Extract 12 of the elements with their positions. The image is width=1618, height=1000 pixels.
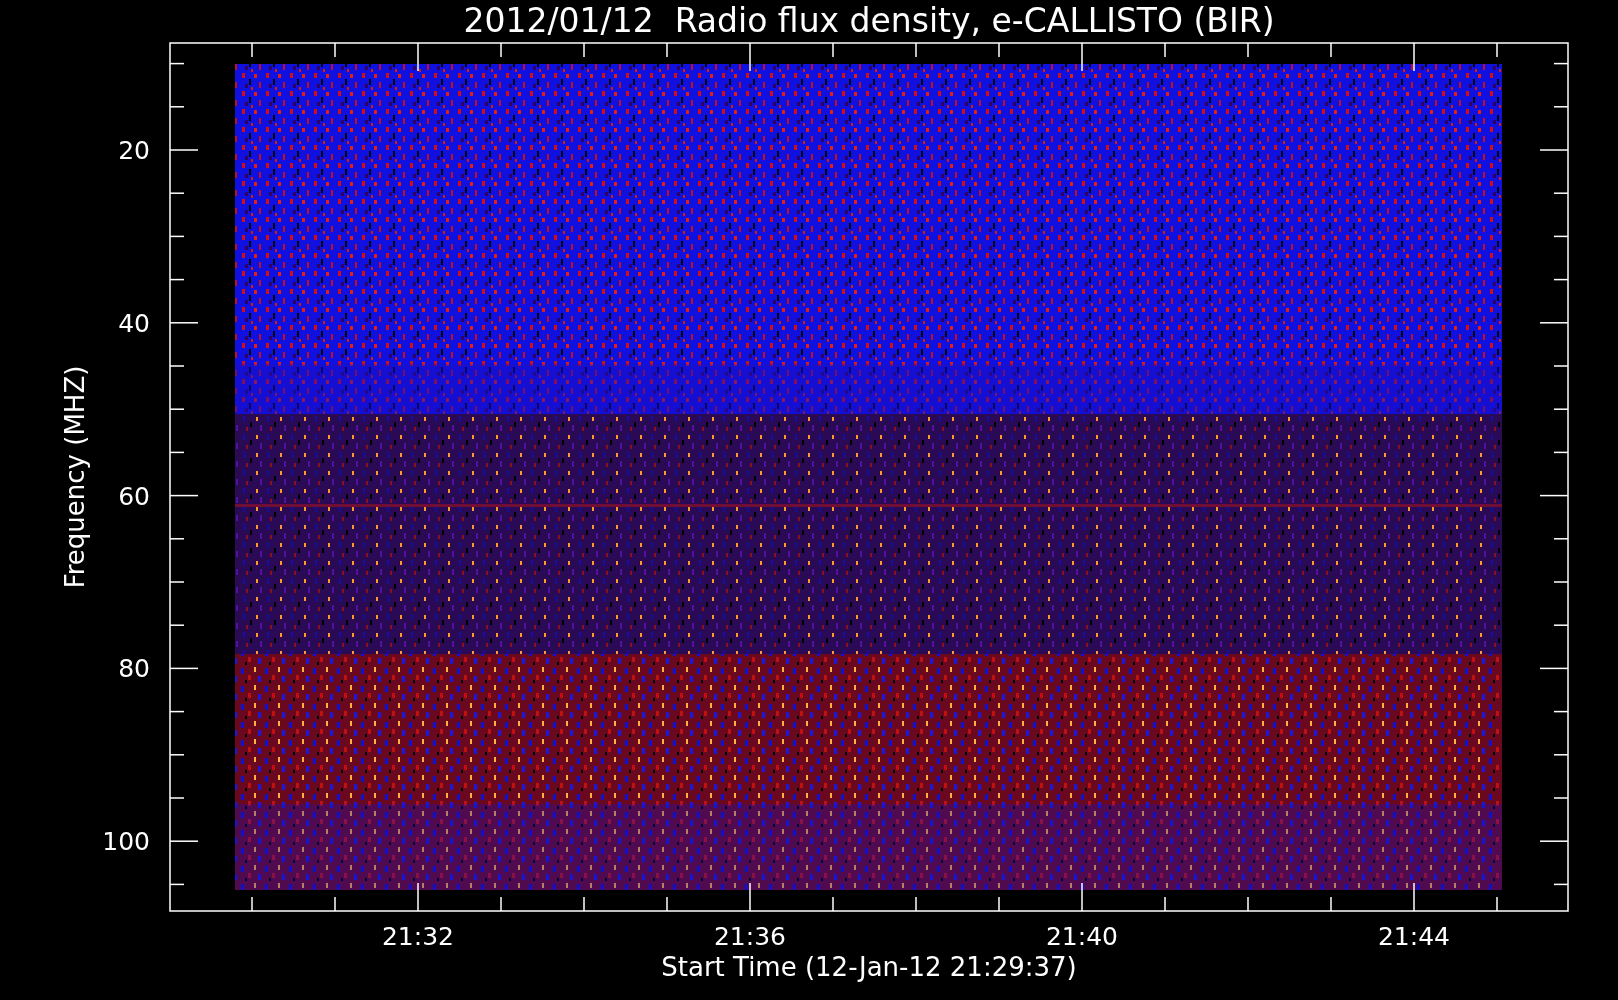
y-axis-label: Frequency (MHZ): [60, 365, 90, 589]
y-tick-label: 40: [118, 308, 150, 338]
y-tick-label: 100: [102, 827, 150, 857]
x-tick-label: 21:36: [714, 922, 786, 951]
x-tick-label: 21:32: [382, 922, 454, 951]
x-tick-label: 21:40: [1046, 922, 1118, 951]
chart-title: 2012/01/12 Radio flux density, e-CALLISTO (BIR): [463, 1, 1275, 40]
y-tick-label: 80: [118, 654, 150, 684]
y-tick-label: 20: [118, 136, 150, 165]
x-axis-label: Start Time (12-Jan-12 21:29:37): [661, 952, 1077, 982]
x-tick-label: 21:44: [1378, 922, 1450, 951]
y-tick-label: 60: [118, 481, 150, 511]
